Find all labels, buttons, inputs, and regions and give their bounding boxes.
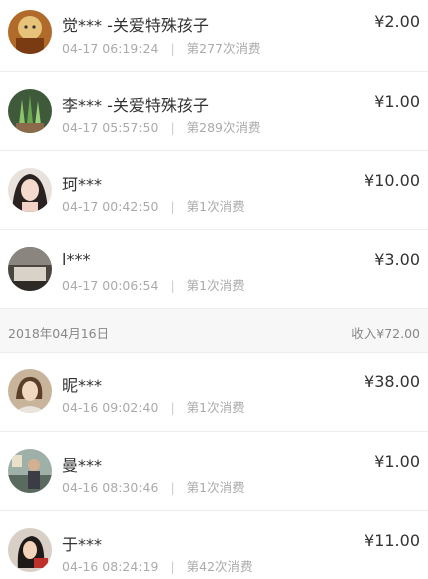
avatar (8, 10, 52, 54)
transaction-time: 04-17 06:19:24 (62, 41, 159, 56)
transaction-meta: 04-17 00:42:50 | 第1次消费 (62, 199, 245, 214)
avatar (8, 369, 52, 413)
transaction-amount: ¥11.00 (364, 531, 420, 550)
purchase-count: 第1次消费 (186, 199, 245, 214)
purchase-count: 第1次消费 (186, 480, 245, 495)
purchase-count: 第1次消费 (186, 400, 245, 415)
transaction-time: 04-17 00:06:54 (62, 278, 159, 293)
transaction-meta: 04-16 09:02:40 | 第1次消费 (62, 400, 245, 415)
transaction-row[interactable]: 李*** -关爱特殊孩子 04-17 05:57:50 | 第289次消费 ¥1.0… (0, 72, 428, 151)
purchase-count: 第1次消费 (186, 278, 245, 293)
transaction-amount: ¥1.00 (374, 452, 420, 471)
purchase-count: 第289次消费 (186, 120, 261, 135)
avatar (8, 449, 52, 493)
purchase-count: 第42次消费 (186, 559, 253, 574)
transaction-meta: 04-17 06:19:24 | 第277次消费 (62, 41, 261, 56)
transaction-time: 04-17 05:57:50 (62, 120, 159, 135)
transaction-amount: ¥1.00 (374, 92, 420, 111)
donor-name: 于*** (62, 535, 103, 554)
transaction-row[interactable]: 曼*** 04-16 08:30:46 | 第1次消费 ¥1.00 (0, 432, 428, 511)
avatar (8, 89, 52, 133)
transaction-row[interactable]: 珂*** 04-17 00:42:50 | 第1次消费 ¥10.00 (0, 151, 428, 230)
transaction-meta: 04-16 08:24:19 | 第42次消费 (62, 559, 253, 574)
transaction-time: 04-17 00:42:50 (62, 199, 159, 214)
transaction-row[interactable]: l*** 04-17 00:06:54 | 第1次消费 ¥3.00 (0, 230, 428, 309)
purchase-count: 第277次消费 (186, 41, 261, 56)
transaction-meta: 04-16 08:30:46 | 第1次消费 (62, 480, 245, 495)
donor-name: 李*** -关爱特殊孩子 (62, 96, 209, 115)
donor-name: 珂*** (62, 175, 103, 194)
group-date: 2018年04月16日 (8, 326, 110, 341)
group-income: 收入¥72.00 (351, 326, 420, 341)
transaction-meta: 04-17 00:06:54 | 第1次消费 (62, 278, 245, 293)
transaction-amount: ¥10.00 (364, 171, 420, 190)
transaction-time: 04-16 08:24:19 (62, 559, 159, 574)
transaction-amount: ¥3.00 (374, 250, 420, 269)
transaction-row[interactable]: 觉*** -关爱特殊孩子 04-17 06:19:24 | 第277次消费 ¥2.0… (0, 0, 428, 72)
donor-name: 昵*** (62, 376, 103, 395)
avatar (8, 168, 52, 212)
donor-name: 曼*** (62, 456, 103, 475)
transaction-amount: ¥2.00 (374, 12, 420, 31)
avatar (8, 528, 52, 572)
transaction-list: 觉*** -关爱特殊孩子 04-17 06:19:24 | 第277次消费 ¥2.0… (0, 0, 428, 579)
donor-name: 觉*** -关爱特殊孩子 (62, 16, 209, 35)
transaction-row[interactable]: 昵*** 04-16 09:02:40 | 第1次消费 ¥38.00 (0, 353, 428, 432)
transaction-meta: 04-17 05:57:50 | 第289次消费 (62, 120, 261, 135)
transaction-time: 04-16 09:02:40 (62, 400, 159, 415)
transaction-time: 04-16 08:30:46 (62, 480, 159, 495)
transaction-amount: ¥38.00 (364, 372, 420, 391)
donor-name: l*** (62, 250, 91, 269)
date-group-header: 2018年04月16日 收入¥72.00 (0, 309, 428, 353)
transaction-row[interactable]: 于*** 04-16 08:24:19 | 第42次消费 ¥11.00 (0, 511, 428, 579)
avatar (8, 247, 52, 291)
